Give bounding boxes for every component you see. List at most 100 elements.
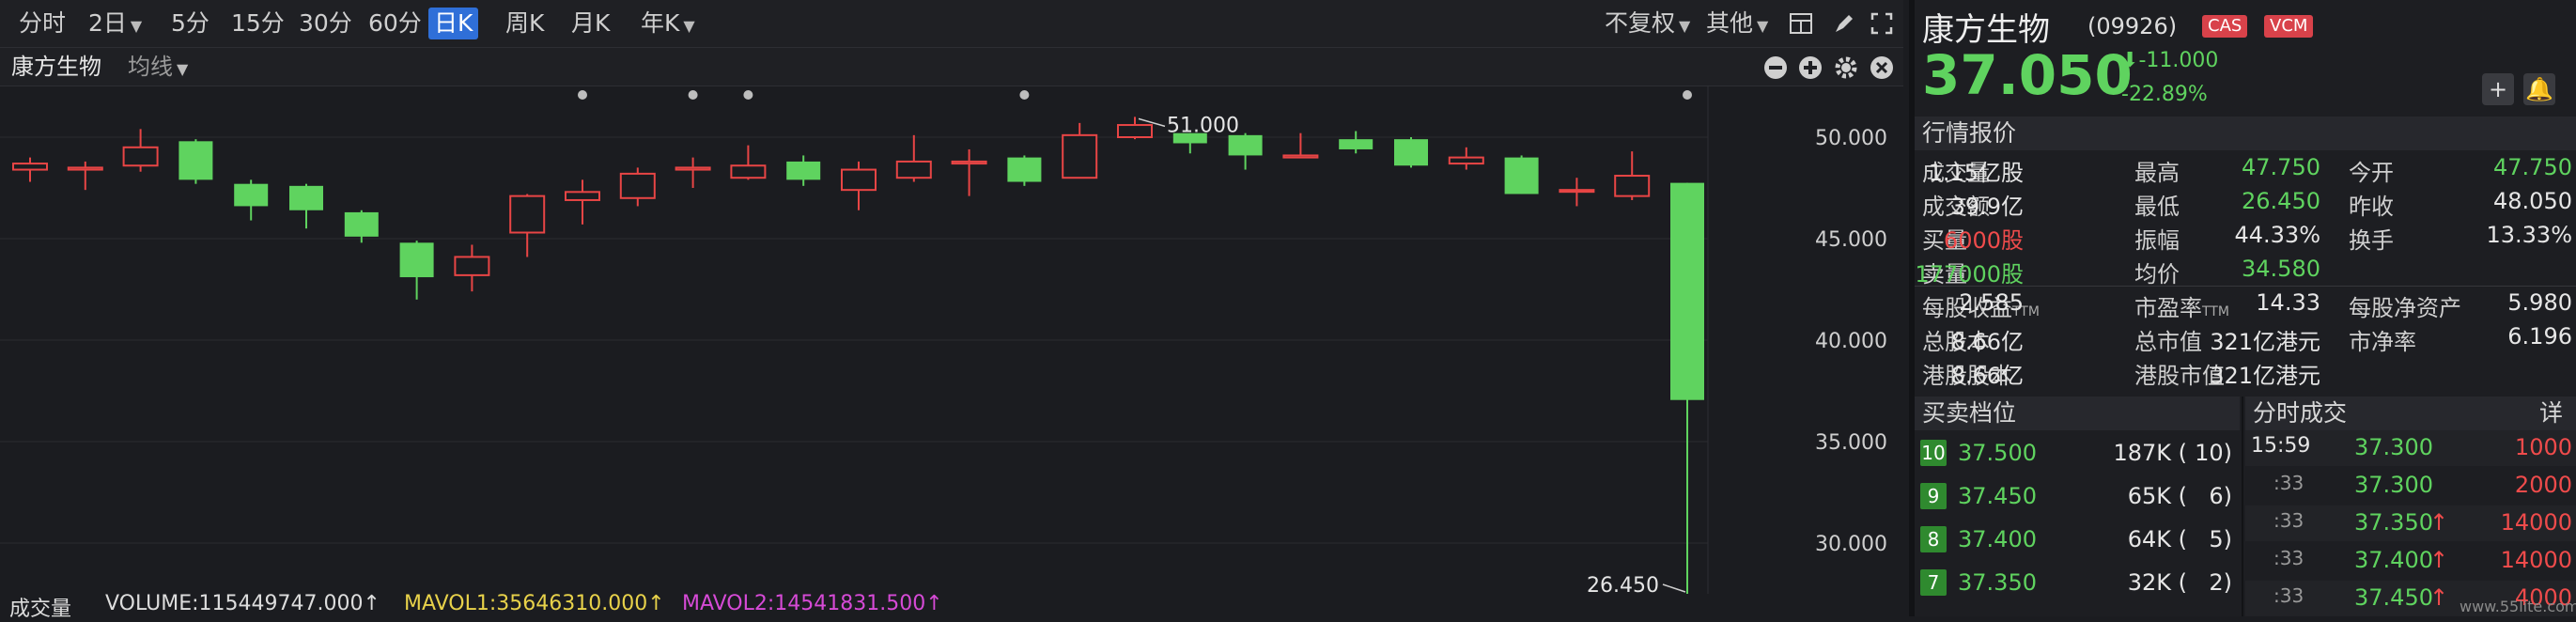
tick-time: :33 [2273, 547, 2304, 569]
candle-body [234, 183, 269, 207]
price-change: ⬇-11.000 [2121, 49, 2218, 72]
candle-body [786, 161, 821, 180]
tick-price: 37.350 [2354, 509, 2433, 536]
candle-body [289, 185, 323, 210]
add-watchlist-button[interactable]: + [2482, 73, 2514, 105]
quote-panel: 康方生物 (09926) CAS VCM 37.050 ⬇-11.000 -22… [1909, 0, 2576, 616]
volume-indicator-bar: 成交量 VOLUME:115449747.000↑ MAVOL1:3564631… [0, 592, 1903, 621]
level-volume: 64K ( [2127, 526, 2187, 552]
tick-time: 15:59 [2251, 434, 2311, 458]
level-count: 2) [2209, 569, 2232, 596]
event-dot-marker [1683, 90, 1692, 100]
stat-label: 最高 [2134, 160, 2180, 186]
period-tab-15min[interactable]: 15分 [225, 8, 290, 39]
volume-title: 成交量 [9, 598, 72, 621]
candle-body [1394, 139, 1428, 166]
candle-body [399, 242, 434, 278]
cas-badge: CAS [2202, 15, 2248, 38]
tick-price: 37.300 [2354, 472, 2433, 498]
ticks-header: 分时成交 详 [2245, 397, 2576, 430]
fundamental-value: 6.196 [2507, 323, 2572, 350]
candle-body [454, 256, 490, 276]
orderbook-row[interactable]: 7 37.350 32K (2) [1915, 564, 2240, 601]
period-tab-year-k-label: 年K [641, 9, 680, 37]
y-tick-label: 35.000 [1815, 431, 1887, 455]
candle-body [1670, 182, 1704, 400]
ma-label: 均线 [128, 54, 173, 80]
orderbook-row[interactable]: 9 37.450 65K (6) [1915, 477, 2240, 515]
orderbook-row[interactable]: 8 37.400 64K (5) [1915, 521, 2240, 558]
period-tab-60min[interactable]: 60分 [363, 8, 427, 39]
candle-body [841, 168, 877, 192]
tick-price: 37.400 [2354, 547, 2433, 573]
period-tab-30min[interactable]: 30分 [293, 8, 358, 39]
tick-time: :33 [2273, 472, 2304, 494]
candle-body [895, 160, 932, 179]
other-dropdown[interactable]: 其他 ▼ [1700, 8, 1774, 39]
settings-gear-icon[interactable] [1834, 55, 1858, 80]
zoom-in-icon[interactable] [1798, 55, 1823, 80]
tick-volume: 1000 [2514, 434, 2572, 460]
stat-value: 39.9亿 [1950, 194, 2024, 220]
period-tab-month-k[interactable]: 月K [566, 8, 615, 39]
close-icon[interactable] [1870, 55, 1894, 80]
stat-label: 均价 [2134, 261, 2180, 288]
stat-label: 换手 [2349, 227, 2394, 254]
adjust-dropdown[interactable]: 不复权 ▼ [1599, 8, 1696, 39]
chevron-down-icon: ▼ [177, 60, 189, 78]
alert-bell-button[interactable]: 🔔 [2523, 73, 2555, 105]
candle-body [12, 163, 48, 171]
tick-price: 37.300 [2354, 434, 2433, 460]
period-tab-2day[interactable]: 2日 ▼ [83, 8, 147, 39]
period-tab-week-k[interactable]: 周K [500, 8, 550, 39]
fundamental-value: 14.33 [2256, 289, 2320, 316]
event-dot-marker [578, 90, 587, 100]
candle-body [1614, 175, 1651, 197]
fundamental-value: 5.980 [2507, 289, 2572, 316]
orderbook-row[interactable]: 10 37.500 187K (10) [1915, 434, 2240, 472]
fundamental-label: 市净率 [2349, 323, 2416, 356]
ma-dropdown[interactable]: 均线 ▼ [128, 52, 188, 85]
level-badge: 7 [1920, 569, 1947, 596]
level-count: 5) [2209, 526, 2232, 552]
level-badge: 10 [1920, 440, 1947, 466]
fullscreen-icon[interactable] [1870, 11, 1894, 36]
tick-row: 15:59 37.300 1000 [2245, 430, 2576, 466]
stat-value: 34.580 [2242, 256, 2320, 282]
stat-value: 13.33% [2486, 222, 2572, 248]
chevron-down-icon: ▼ [1757, 17, 1769, 35]
y-tick-label: 50.000 [1815, 127, 1887, 150]
tick-row: :33 37.400 ↑ 14000 [2245, 543, 2576, 579]
level-price: 37.400 [1958, 526, 2037, 552]
quote-section-title: 行情报价 [1922, 119, 2017, 147]
period-tab-5min[interactable]: 5分 [165, 8, 215, 39]
quote-section-header: 行情报价 [1915, 117, 2576, 150]
zoom-out-icon[interactable] [1763, 55, 1788, 80]
quote-stock-code: (09926) [2087, 13, 2178, 39]
other-label: 其他 [1706, 9, 1754, 37]
event-dot-marker [743, 90, 753, 100]
period-tab-fenshi[interactable]: 分时 [13, 8, 71, 39]
stat-value: 48.050 [2493, 188, 2572, 214]
candle-body [951, 160, 987, 165]
fundamental-label-text: 每股净资产 [2349, 295, 2461, 321]
grid-layout-icon[interactable] [1789, 12, 1813, 35]
plus-icon: + [2488, 76, 2508, 102]
period-toolbar: 分时 2日 ▼ 5分 15分 30分 60分 日K 周K 月K 年K ▼ 不复权 ▼ … [0, 0, 1903, 48]
candlestick-chart[interactable]: 50.000 45.000 40.000 35.000 30.000 51.000 26.4… [0, 86, 1903, 594]
level-price: 37.450 [1958, 483, 2037, 509]
period-tab-day-k[interactable]: 日K [428, 8, 479, 39]
fundamental-value: 321亿港元 [2210, 363, 2320, 389]
level-price: 37.350 [1958, 569, 2037, 596]
draw-pen-icon[interactable] [1832, 11, 1856, 36]
stat-label: 昨收 [2349, 194, 2394, 220]
chevron-down-icon: ▼ [1679, 17, 1691, 35]
volume-value: VOLUME:115449747.000↑ [105, 592, 380, 615]
price-change-value: -11.000 [2138, 49, 2219, 72]
candle-body [178, 141, 213, 180]
ticks-detail-button[interactable]: 详 [2539, 397, 2563, 430]
candle-body [619, 172, 656, 199]
y-tick-label: 30.000 [1815, 533, 1887, 556]
candle-body [1448, 156, 1484, 165]
period-tab-year-k[interactable]: 年K ▼ [635, 8, 701, 39]
